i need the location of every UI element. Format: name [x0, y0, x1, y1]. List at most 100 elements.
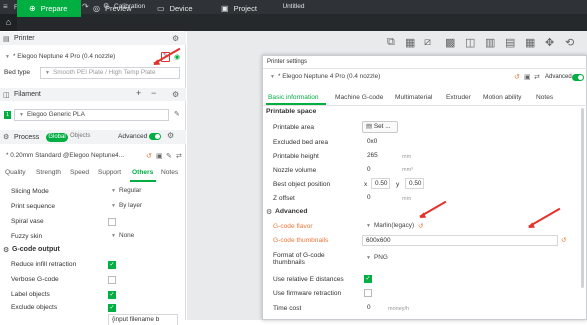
filament-select[interactable]: ▼ Elegoo Generic PLA: [14, 109, 169, 121]
orient-icon[interactable]: ⧄: [424, 36, 431, 49]
best-pos-y-input[interactable]: 0.50: [405, 178, 424, 189]
printable-area-label: Printable area: [273, 124, 315, 131]
process-edit-icon[interactable]: ✎: [166, 152, 172, 160]
process-profile-select[interactable]: * 0.20mm Standard @Elegoo Neptune4...: [2, 151, 142, 163]
gcode-thumbnails-reset-icon[interactable]: ↺: [561, 236, 566, 244]
gcode-flavor-select[interactable]: ▼ Marlin(legacy): [362, 221, 417, 233]
printable-height-unit: mm: [402, 154, 412, 160]
home-icon[interactable]: ⌂: [0, 14, 17, 31]
printable-space-heading: Printable space: [266, 108, 317, 115]
process-objects-toggle[interactable]: Objects: [70, 133, 90, 139]
process-advanced-label: Advanced: [118, 133, 148, 140]
dialog-advanced-toggle[interactable]: [572, 74, 584, 81]
printer-settings-gear-icon[interactable]: ⚙: [172, 34, 179, 43]
rotate-icon[interactable]: ⟲: [565, 36, 574, 49]
tab-prepare[interactable]: ⊕ Prepare: [17, 0, 81, 17]
tab-preview[interactable]: ◎ Preview: [81, 0, 145, 17]
best-pos-y-label: y: [396, 181, 400, 188]
tab-speed[interactable]: Speed: [70, 169, 89, 176]
advanced-heading: Advanced: [275, 208, 308, 215]
bed-type-select[interactable]: ▼ Smooth PEI Plate / High Temp Plate: [40, 67, 180, 79]
tab-notes[interactable]: Notes: [161, 169, 178, 176]
split-icon[interactable]: ◫: [465, 36, 475, 49]
printer-settings-dialog: Printer settings ▼ * Elegoo Neptune 4 Pro…: [262, 55, 587, 320]
tab-project[interactable]: ▣ Project: [209, 0, 273, 17]
tab-motion-ability[interactable]: Motion ability: [483, 94, 521, 101]
thumbnail-format-select[interactable]: ▼ PNG: [362, 253, 412, 265]
reduce-infill-retraction-checkbox[interactable]: ✓: [108, 261, 116, 269]
remove-filament-button[interactable]: −: [151, 88, 156, 98]
filament-slot-badge[interactable]: 1: [4, 111, 11, 119]
z-offset-unit: mm: [402, 196, 412, 202]
exclude-objects-checkbox[interactable]: ✓: [108, 304, 116, 312]
spiral-vase-checkbox[interactable]: [108, 218, 116, 226]
dialog-save-icon[interactable]: ▣: [524, 73, 531, 81]
slicing-mode-select[interactable]: ▼ Regular: [107, 186, 165, 198]
tab-strength[interactable]: Strength: [36, 169, 61, 176]
label-objects-checkbox[interactable]: ✓: [108, 291, 116, 299]
best-pos-x-label: x: [364, 181, 368, 188]
move-icon[interactable]: ✥: [545, 36, 554, 49]
tab-support[interactable]: Support: [98, 169, 121, 176]
arrange-icon[interactable]: ▩: [445, 36, 455, 49]
printable-area-set-button[interactable]: ▤ Set ...: [362, 121, 398, 133]
printable-height-label: Printable height: [273, 153, 319, 160]
filament-settings-gear-icon[interactable]: ⚙: [172, 90, 179, 99]
fuzzy-skin-select[interactable]: ▼ None: [107, 231, 165, 243]
process-icon: ⚙: [3, 134, 10, 141]
gcode-thumbnails-input[interactable]: 600x600: [362, 235, 558, 246]
wifi-icon[interactable]: ◉: [174, 53, 180, 61]
relative-e-label: Use relative E distances: [273, 276, 344, 283]
tab-machine-gcode[interactable]: Machine G-code: [335, 94, 383, 101]
add-filament-button[interactable]: +: [136, 88, 141, 98]
printer-select[interactable]: ▼ * Elegoo Neptune 4 Pro (0.4 nozzle): [2, 52, 158, 64]
dialog-reset-icon[interactable]: ↺: [514, 73, 520, 81]
dialog-scrollbar[interactable]: [581, 108, 584, 288]
tab-multimaterial[interactable]: Multimaterial: [395, 94, 432, 101]
bed-icon: ▤: [366, 123, 373, 130]
dialog-advanced-label: Advanced: [545, 74, 572, 80]
printer-section-header: ▤ Printer ⚙: [0, 32, 186, 45]
reset-icon[interactable]: ↺: [146, 152, 152, 160]
print-sequence-select[interactable]: ▼ By layer: [107, 201, 165, 213]
layout-icon[interactable]: ▥: [485, 36, 495, 49]
process-advanced-toggle[interactable]: [149, 133, 161, 140]
advanced-icon: ⚙: [266, 209, 273, 216]
process-settings-gear-icon[interactable]: ⚙: [167, 131, 174, 140]
project-icon: ▣: [221, 4, 229, 13]
gcode-flavor-reset-icon[interactable]: ↺: [418, 222, 423, 230]
tab-device[interactable]: ▭ Device: [145, 0, 209, 17]
best-pos-x-input[interactable]: 0.50: [371, 178, 390, 189]
add-object-icon[interactable]: ⧉: [387, 36, 395, 49]
best-object-position-label: Best object position: [273, 181, 331, 188]
tab-notes[interactable]: Notes: [536, 94, 553, 101]
excluded-bed-area-input[interactable]: 0x0: [364, 137, 414, 148]
dialog-title: Printer settings: [267, 59, 308, 65]
dialog-printer-select[interactable]: ▼ * Elegoo Neptune 4 Pro (0.4 nozzle): [266, 72, 511, 84]
relative-e-checkbox[interactable]: ✓: [364, 275, 372, 283]
tab-basic-information[interactable]: Basic information: [268, 94, 319, 101]
verbose-gcode-checkbox[interactable]: [108, 276, 116, 284]
layers-icon[interactable]: ▤: [505, 36, 515, 49]
compare-icon[interactable]: ⇄: [176, 152, 182, 160]
label-objects-label: Label objects: [11, 291, 50, 298]
nozzle-volume-label: Nozzle volume: [273, 167, 317, 174]
firmware-retraction-checkbox[interactable]: [364, 289, 372, 297]
fuzzy-skin-label: Fuzzy skin: [11, 233, 43, 240]
time-cost-unit: money/h: [388, 306, 410, 312]
save-preset-icon[interactable]: ▣: [156, 152, 163, 160]
filament-edit-icon[interactable]: ✎: [174, 110, 180, 118]
add-plate-icon[interactable]: ▦: [405, 36, 415, 49]
tab-others[interactable]: Others: [132, 169, 153, 176]
process-global-toggle[interactable]: Global: [46, 133, 68, 142]
grid-icon[interactable]: ▦: [525, 36, 535, 49]
gcode-flavor-label: G-code flavor: [273, 223, 313, 230]
preview-icon: ◎: [93, 4, 100, 13]
tab-extruder[interactable]: Extruder: [446, 94, 471, 101]
dialog-compare-icon[interactable]: ⇄: [534, 73, 540, 81]
tab-quality[interactable]: Quality: [5, 169, 26, 176]
prepare-icon: ⊕: [29, 4, 36, 13]
z-offset-label: Z offset: [273, 195, 295, 202]
filament-icon: ◫: [3, 92, 10, 99]
gcode-thumbnails-label: G-code thumbnails: [273, 237, 329, 244]
